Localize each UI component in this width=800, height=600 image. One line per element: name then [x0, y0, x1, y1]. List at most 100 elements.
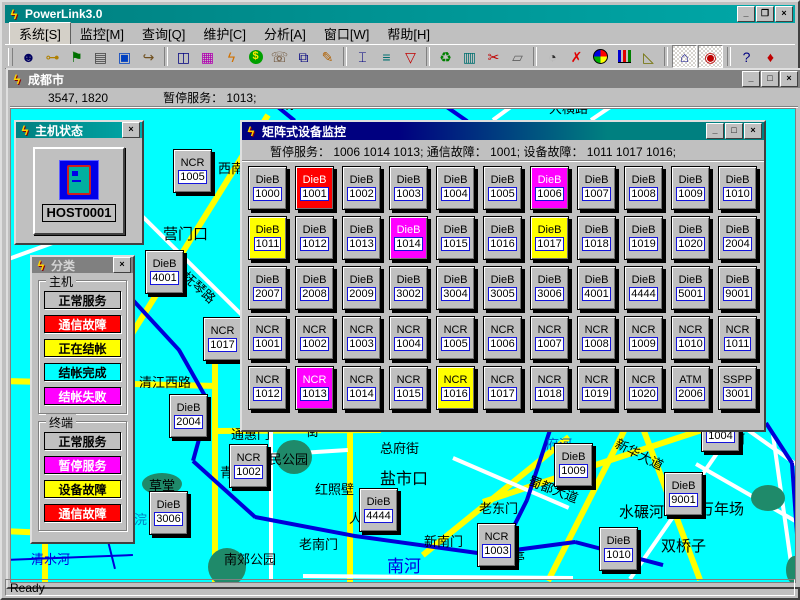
- device-button-NCR-1015[interactable]: NCR1015: [389, 366, 428, 410]
- help-doc-icon[interactable]: ▣: [113, 46, 136, 67]
- host-panel-title-bar[interactable]: ϟ 主机状态 ×: [16, 122, 142, 138]
- device-button-DieB-1002[interactable]: DieB1002: [342, 166, 381, 210]
- device-button-DieB-2004[interactable]: DieB2004: [718, 216, 757, 260]
- exit-door-icon[interactable]: ↪: [137, 46, 160, 67]
- device-button-DieB-5001[interactable]: DieB5001: [671, 266, 710, 310]
- matrix-window-title-bar[interactable]: ϟ 矩阵式设备监控 _□×: [242, 122, 764, 140]
- money-bag-icon[interactable]: $: [244, 46, 267, 67]
- device-button-NCR-1016[interactable]: NCR1016: [436, 366, 475, 410]
- device-button-DieB-1009[interactable]: DieB1009: [554, 443, 593, 487]
- device-button-DieB-3002[interactable]: DieB3002: [389, 266, 428, 310]
- device-button-DieB-3005[interactable]: DieB3005: [483, 266, 522, 310]
- matrix-close-button[interactable]: ×: [744, 123, 762, 139]
- device-button-DieB-3006[interactable]: DieB3006: [149, 491, 188, 535]
- eraser-icon[interactable]: ▱: [506, 46, 529, 67]
- cascade-windows-icon[interactable]: ⧉: [292, 46, 315, 67]
- brush-icon[interactable]: ✎: [316, 46, 339, 67]
- funnel-icon[interactable]: ▽: [399, 46, 422, 67]
- menu-system[interactable]: 系统[S]: [9, 22, 71, 45]
- close-button[interactable]: ×: [775, 6, 793, 22]
- device-button-DieB-1013[interactable]: DieB1013: [342, 216, 381, 260]
- device-button-DieB-4001[interactable]: DieB4001: [145, 250, 184, 294]
- printer-icon[interactable]: ▤: [89, 46, 112, 67]
- device-button-ATM-2006[interactable]: ATM2006: [671, 366, 710, 410]
- device-button-DieB-1011[interactable]: DieB1011: [248, 216, 287, 260]
- menu-query[interactable]: 查询[Q]: [133, 23, 194, 44]
- device-button-DieB-1018[interactable]: DieB1018: [577, 216, 616, 260]
- device-button-NCR-1005[interactable]: NCR1005: [173, 149, 212, 193]
- device-button-DieB-3006[interactable]: DieB3006: [530, 266, 569, 310]
- device-button-NCR-1002[interactable]: NCR1002: [229, 444, 268, 488]
- device-button-DieB-4444[interactable]: DieB4444: [624, 266, 663, 310]
- ruler-icon[interactable]: ◺: [637, 46, 660, 67]
- map-minimize-button[interactable]: _: [742, 71, 760, 87]
- device-button-NCR-1006[interactable]: NCR1006: [483, 316, 522, 360]
- user-tie-icon[interactable]: ♦: [759, 46, 782, 67]
- device-button-DieB-9001[interactable]: DieB9001: [718, 266, 757, 310]
- device-button-DieB-1019[interactable]: DieB1019: [624, 216, 663, 260]
- device-button-DieB-1008[interactable]: DieB1008: [624, 166, 663, 210]
- pie-chart-icon[interactable]: [589, 46, 612, 67]
- device-button-NCR-1002[interactable]: NCR1002: [295, 316, 334, 360]
- map-window-title-bar[interactable]: ϟ 成都市 _□×: [8, 70, 800, 88]
- menu-monitor[interactable]: 监控[M]: [71, 23, 133, 44]
- device-button-NCR-1004[interactable]: NCR1004: [389, 316, 428, 360]
- device-button-DieB-1020[interactable]: DieB1020: [671, 216, 710, 260]
- device-button-DieB-2007[interactable]: DieB2007: [248, 266, 287, 310]
- device-button-DieB-1003[interactable]: DieB1003: [389, 166, 428, 210]
- legend-panel-close-button[interactable]: ×: [113, 257, 131, 273]
- clock-icon[interactable]: ◔: [541, 46, 564, 67]
- device-button-NCR-1019[interactable]: NCR1019: [577, 366, 616, 410]
- device-button-NCR-1003[interactable]: NCR1003: [342, 316, 381, 360]
- device-button-DieB-1006[interactable]: DieB1006: [530, 166, 569, 210]
- device-button-DieB-1010[interactable]: DieB1010: [718, 166, 757, 210]
- device-button-DieB-1001[interactable]: DieB1001: [295, 166, 334, 210]
- device-button-NCR-1017[interactable]: NCR1017: [203, 317, 242, 361]
- minimize-button[interactable]: _: [737, 6, 755, 22]
- device-button-NCR-1003[interactable]: NCR1003: [477, 523, 516, 567]
- color-grid-icon[interactable]: ▦: [196, 46, 219, 67]
- device-button-DieB-2008[interactable]: DieB2008: [295, 266, 334, 310]
- device-button-DieB-1009[interactable]: DieB1009: [671, 166, 710, 210]
- restore-button[interactable]: ❐: [756, 6, 774, 22]
- login-user-icon[interactable]: ☻: [17, 46, 40, 67]
- device-button-NCR-1013[interactable]: NCR1013: [295, 366, 334, 410]
- menu-window[interactable]: 窗口[W]: [315, 23, 379, 44]
- device-button-DieB-1007[interactable]: DieB1007: [577, 166, 616, 210]
- device-button-NCR-1011[interactable]: NCR1011: [718, 316, 757, 360]
- map-maximize-button[interactable]: □: [761, 71, 779, 87]
- device-button-NCR-1009[interactable]: NCR1009: [624, 316, 663, 360]
- report-icon[interactable]: ≡: [375, 46, 398, 67]
- bar-chart-icon[interactable]: [613, 46, 636, 67]
- flag-icon[interactable]: ⚑: [65, 46, 88, 67]
- phone-icon[interactable]: ☏: [268, 46, 291, 67]
- delete-x-icon[interactable]: ✗: [565, 46, 588, 67]
- menu-help[interactable]: 帮助[H]: [378, 23, 439, 44]
- device-button-NCR-1020[interactable]: NCR1020: [624, 366, 663, 410]
- device-button-DieB-1012[interactable]: DieB1012: [295, 216, 334, 260]
- device-button-DieB-1015[interactable]: DieB1015: [436, 216, 475, 260]
- matrix-maximize-button[interactable]: □: [725, 123, 743, 139]
- device-button-DieB-1005[interactable]: DieB1005: [483, 166, 522, 210]
- device-button-NCR-1005[interactable]: NCR1005: [436, 316, 475, 360]
- map-window-icon[interactable]: ◫: [172, 46, 195, 67]
- host-button-HOST0001[interactable]: HOST0001: [33, 147, 125, 235]
- device-button-DieB-4444[interactable]: DieB4444: [359, 488, 398, 532]
- device-button-DieB-1000[interactable]: DieB1000: [248, 166, 287, 210]
- legend-panel-title-bar[interactable]: ϟ 分类 ×: [32, 257, 133, 273]
- device-button-NCR-1017[interactable]: NCR1017: [483, 366, 522, 410]
- device-button-DieB-1016[interactable]: DieB1016: [483, 216, 522, 260]
- device-button-NCR-1007[interactable]: NCR1007: [530, 316, 569, 360]
- device-button-DieB-1014[interactable]: DieB1014: [389, 216, 428, 260]
- device-button-DieB-1010[interactable]: DieB1010: [599, 527, 638, 571]
- host-panel-close-button[interactable]: ×: [122, 122, 140, 138]
- device-button-SSPP-3001[interactable]: SSPP3001: [718, 366, 757, 410]
- device-button-DieB-1004[interactable]: DieB1004: [436, 166, 475, 210]
- device-button-NCR-1008[interactable]: NCR1008: [577, 316, 616, 360]
- device-button-NCR-1012[interactable]: NCR1012: [248, 366, 287, 410]
- device-button-DieB-3004[interactable]: DieB3004: [436, 266, 475, 310]
- ibeam-tool-icon[interactable]: ⌶: [351, 46, 374, 67]
- building-icon[interactable]: ⌂: [672, 45, 697, 68]
- device-button-DieB-2004[interactable]: DieB2004: [169, 394, 208, 438]
- help-icon[interactable]: ?: [735, 46, 758, 67]
